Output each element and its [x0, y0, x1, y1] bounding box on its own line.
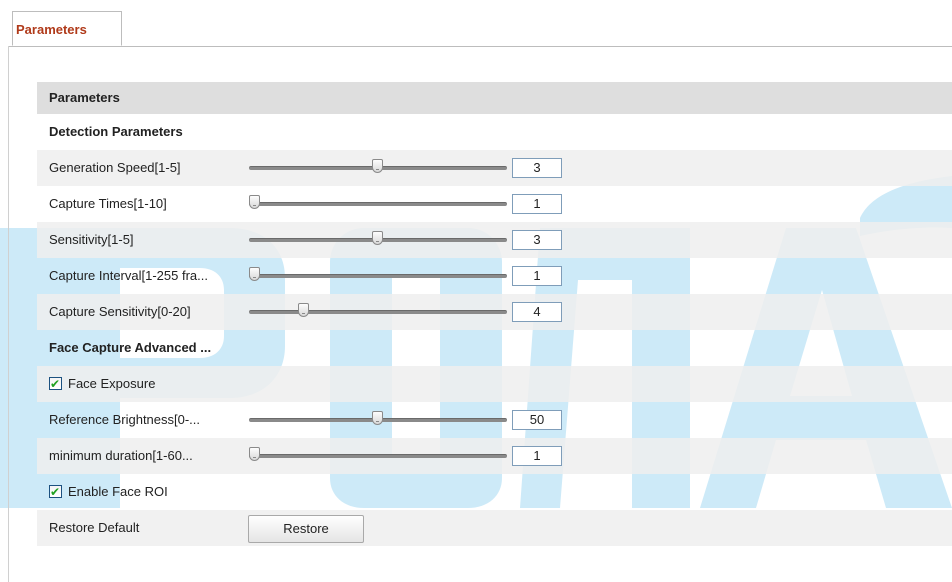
slider-row: minimum duration[1-60... 1 — [37, 438, 952, 474]
slider-thumb[interactable] — [372, 159, 383, 173]
capture-times-slider[interactable] — [249, 195, 507, 209]
restore-row: Restore Default Restore — [37, 510, 952, 546]
slider-label: Sensitivity[1-5] — [49, 232, 134, 247]
slider-track[interactable] — [249, 310, 507, 314]
panel-header: Parameters — [37, 82, 952, 114]
reference-brightness-input[interactable]: 50 — [512, 410, 562, 430]
slider-row: Reference Brightness[0-... 50 — [37, 402, 952, 438]
slider-label: Capture Times[1-10] — [49, 196, 167, 211]
sensitivity-slider[interactable] — [249, 231, 507, 245]
minimum-duration-input[interactable]: 1 — [512, 446, 562, 466]
restore-default-label: Restore Default — [49, 520, 140, 535]
minimum-duration-slider[interactable] — [249, 447, 507, 461]
restore-button[interactable]: Restore — [248, 515, 364, 543]
capture-interval-slider[interactable] — [249, 267, 507, 281]
section-title-advanced: Face Capture Advanced ... — [49, 340, 212, 355]
slider-thumb[interactable] — [372, 231, 383, 245]
capture-sensitivity-slider[interactable] — [249, 303, 507, 317]
generation-speed-slider[interactable] — [249, 159, 507, 173]
section-title-detection: Detection Parameters — [49, 124, 183, 139]
slider-thumb[interactable] — [372, 411, 383, 425]
slider-row: Capture Interval[1-255 fra... 1 — [37, 258, 952, 294]
advanced-section-row: Face Capture Advanced ... — [37, 330, 952, 366]
enable-roi-checkbox[interactable]: ✔ — [49, 485, 62, 499]
face-exposure-checkbox[interactable]: ✔ — [49, 377, 62, 391]
slider-track[interactable] — [249, 454, 507, 458]
slider-track[interactable] — [249, 274, 507, 278]
slider-label: Generation Speed[1-5] — [49, 160, 181, 175]
slider-label: Capture Sensitivity[0-20] — [49, 304, 191, 319]
slider-thumb[interactable] — [298, 303, 310, 317]
capture-interval-input[interactable]: 1 — [512, 266, 562, 286]
slider-thumb[interactable] — [249, 447, 260, 461]
capture-times-input[interactable]: 1 — [512, 194, 562, 214]
tab-parameters[interactable]: Parameters — [12, 11, 122, 46]
face-exposure-label[interactable]: Face Exposure — [68, 366, 155, 402]
generation-speed-input[interactable]: 3 — [512, 158, 562, 178]
detection-section-row: Detection Parameters — [37, 114, 952, 150]
slider-track[interactable] — [249, 202, 507, 206]
enable-roi-row: ✔ Enable Face ROI — [37, 474, 952, 510]
reference-brightness-slider[interactable] — [249, 411, 507, 425]
slider-row: Sensitivity[1-5] 3 — [37, 222, 952, 258]
slider-row: Capture Sensitivity[0-20] 4 — [37, 294, 952, 330]
face-exposure-row: ✔ Face Exposure — [37, 366, 952, 402]
slider-row: Capture Times[1-10] 1 — [37, 186, 952, 222]
slider-label: minimum duration[1-60... — [49, 448, 193, 463]
slider-row: Generation Speed[1-5] 3 — [37, 150, 952, 186]
slider-label: Capture Interval[1-255 fra... — [49, 268, 208, 283]
enable-roi-label[interactable]: Enable Face ROI — [68, 474, 168, 510]
capture-sensitivity-input[interactable]: 4 — [512, 302, 562, 322]
tab-bar: Parameters — [8, 11, 952, 47]
slider-thumb[interactable] — [249, 195, 260, 209]
slider-thumb[interactable] — [249, 267, 260, 281]
slider-label: Reference Brightness[0-... — [49, 412, 201, 427]
frame-border — [8, 46, 9, 582]
sensitivity-input[interactable]: 3 — [512, 230, 562, 250]
parameters-panel: Parameters Detection Parameters Generati… — [37, 82, 952, 546]
checkmark-icon: ✔ — [50, 485, 61, 499]
checkmark-icon: ✔ — [50, 377, 61, 391]
